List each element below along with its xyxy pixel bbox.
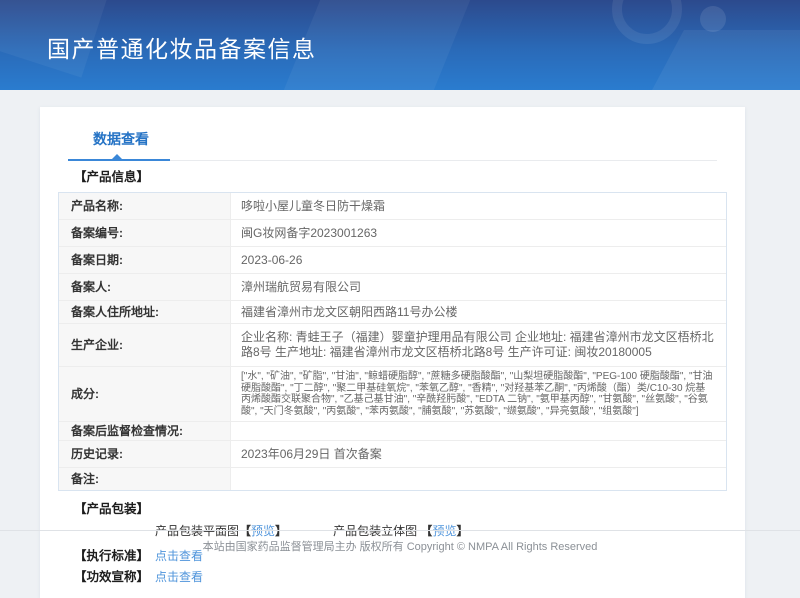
field-label: 生产企业: (59, 324, 231, 366)
field-label: 产品名称: (59, 193, 231, 219)
table-row-filing-date: 备案日期: 2023-06-26 (59, 247, 726, 274)
product-info-table: 产品名称: 哆啦小屋儿童冬日防干燥霜 备案编号: 闽G妆网备字202300126… (58, 192, 727, 491)
page-header: 国产普通化妆品备案信息 (0, 0, 800, 90)
field-label: 成分: (59, 367, 231, 421)
field-value: 2023-06-26 (231, 247, 726, 273)
field-value: ["水", "矿油", "矿脂", "甘油", "鲸蜡硬脂醇", "蔗糖多硬脂酸… (231, 367, 726, 421)
field-value: 哆啦小屋儿童冬日防干燥霜 (231, 193, 726, 219)
field-value: 2023年06月29日 首次备案 (231, 441, 726, 467)
table-row-product-name: 产品名称: 哆啦小屋儿童冬日防干燥霜 (59, 193, 726, 220)
efficacy-claim-view-link[interactable]: 点击查看 (155, 570, 203, 584)
table-row-ingredients: 成分: ["水", "矿油", "矿脂", "甘油", "鲸蜡硬脂醇", "蔗糖… (59, 367, 726, 422)
field-value: 福建省漳州市龙文区朝阳西路11号办公楼 (231, 301, 726, 323)
section-product-info: 【产品信息】 (74, 171, 745, 184)
field-value: 企业名称: 青蛙王子（福建）婴童护理用品有限公司 企业地址: 福建省漳州市龙文区… (231, 324, 726, 366)
table-row-filing-number: 备案编号: 闽G妆网备字2023001263 (59, 220, 726, 247)
page-title: 国产普通化妆品备案信息 (47, 30, 317, 64)
section-efficacy-claim: 【功效宣称】 (74, 570, 149, 584)
footer-copyright-text: 本站由国家药品监督管理局主办 版权所有 Copyright © NMPA All… (203, 541, 598, 553)
field-value (231, 422, 726, 440)
page-footer: 本站由国家药品监督管理局主办 版权所有 Copyright © NMPA All… (0, 530, 800, 554)
table-row-filer: 备案人: 漳州瑞航贸易有限公司 (59, 274, 726, 301)
table-row-manufacturer: 生产企业: 企业名称: 青蛙王子（福建）婴童护理用品有限公司 企业地址: 福建省… (59, 324, 726, 367)
field-label: 备案日期: (59, 247, 231, 273)
tab-active-pointer-icon (112, 154, 122, 159)
field-label: 备案人住所地址: (59, 301, 231, 323)
field-label: 备案后监督检查情况: (59, 422, 231, 440)
content-card: 数据查看 【产品信息】 产品名称: 哆啦小屋儿童冬日防干燥霜 备案编号: 闽G妆… (40, 107, 745, 598)
field-value: 闽G妆网备字2023001263 (231, 220, 726, 246)
field-label: 历史记录: (59, 441, 231, 467)
field-value (231, 468, 726, 490)
table-row-remarks: 备注: (59, 468, 726, 490)
tab-bar: 数据查看 (68, 121, 717, 161)
field-label: 备案人: (59, 274, 231, 300)
tab-data-view[interactable]: 数据查看 (93, 121, 149, 149)
field-value: 漳州瑞航贸易有限公司 (231, 274, 726, 300)
field-label: 备注: (59, 468, 231, 490)
efficacy-claim-row: 【功效宣称】点击查看 (74, 570, 745, 584)
table-row-history: 历史记录: 2023年06月29日 首次备案 (59, 441, 726, 468)
field-label: 备案编号: (59, 220, 231, 246)
table-row-filer-address: 备案人住所地址: 福建省漳州市龙文区朝阳西路11号办公楼 (59, 301, 726, 324)
table-row-supervision: 备案后监督检查情况: (59, 422, 726, 441)
header-decoration-circle (700, 6, 726, 32)
tab-active-underline (68, 159, 170, 161)
header-decoration-circle (612, 0, 682, 44)
section-product-packaging: 【产品包装】 (74, 503, 745, 516)
